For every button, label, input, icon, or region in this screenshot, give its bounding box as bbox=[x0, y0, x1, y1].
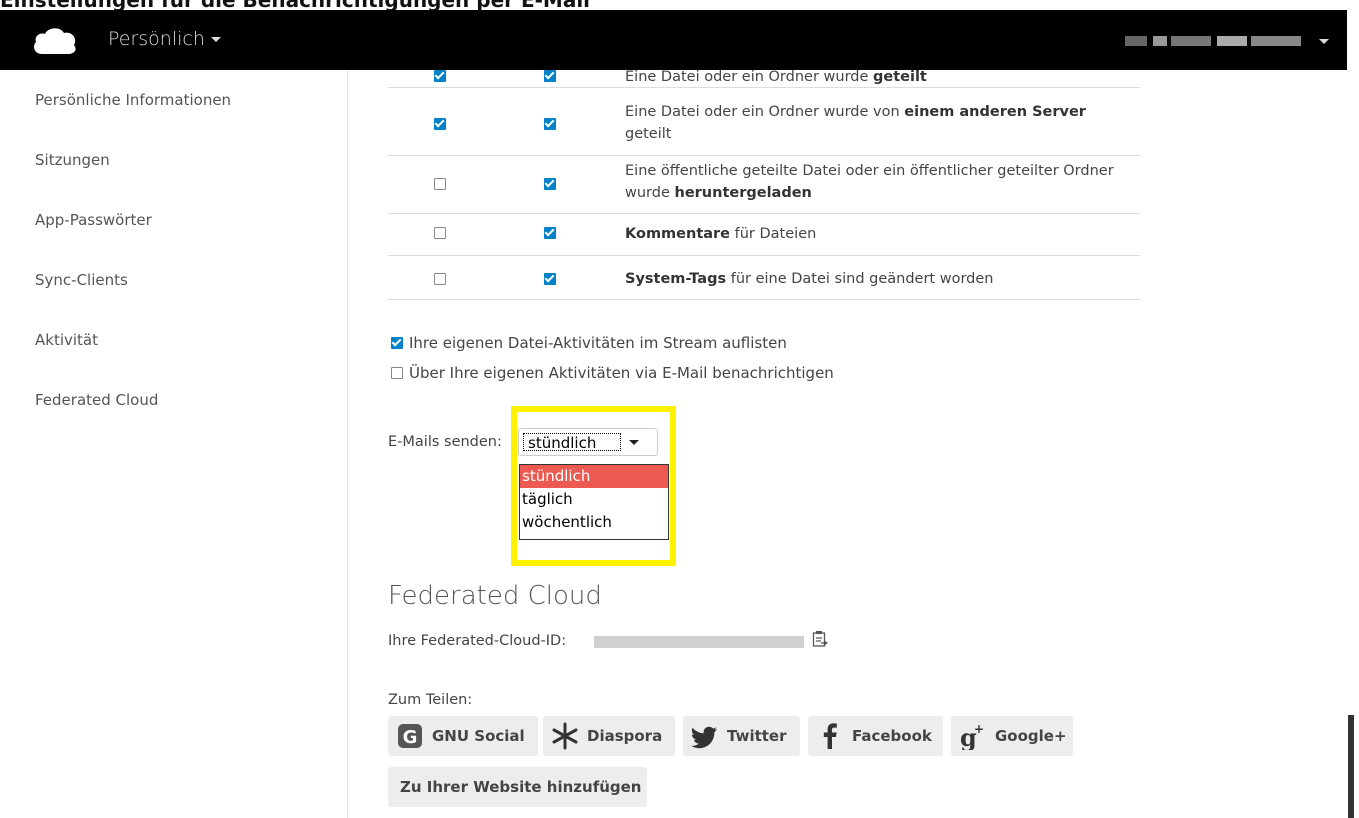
federated-cloud-title: Federated Cloud bbox=[388, 581, 602, 611]
blurred-username-part bbox=[1171, 36, 1211, 46]
mail-checkbox[interactable] bbox=[434, 70, 446, 82]
share-button-label: Diaspora bbox=[587, 727, 663, 745]
mail-checkbox[interactable] bbox=[434, 118, 446, 130]
stream-checkbox[interactable] bbox=[544, 70, 556, 82]
share-google-plus-button[interactable]: g + Google+ bbox=[951, 716, 1073, 756]
gnu-social-icon: G bbox=[398, 724, 422, 748]
option-own-activities-stream[interactable]: Ihre eigenen Datei-Aktivitäten im Stream… bbox=[391, 334, 787, 352]
share-button-label: GNU Social bbox=[432, 727, 525, 745]
share-label: Zum Teilen: bbox=[388, 692, 473, 708]
dropdown-option-daily[interactable]: täglich bbox=[520, 488, 668, 511]
settings-sidebar: Persönliche Informationen Sitzungen App-… bbox=[0, 70, 348, 818]
activity-description: Eine Datei oder ein Ordner wurde geteilt bbox=[625, 66, 1135, 88]
activity-description: System-Tags für eine Datei sind geändert… bbox=[625, 268, 1135, 290]
option-own-activities-email[interactable]: Über Ihre eigenen Aktivitäten via E-Mail… bbox=[391, 364, 834, 382]
email-frequency-label: E-Mails senden: bbox=[388, 434, 502, 450]
diaspora-icon bbox=[552, 722, 578, 750]
own-stream-checkbox[interactable] bbox=[391, 337, 403, 349]
share-gnu-social-button[interactable]: G GNU Social bbox=[388, 716, 538, 756]
scrollbar-thumb[interactable] bbox=[1348, 715, 1354, 818]
activity-description: Eine Datei oder ein Ordner wurde von ein… bbox=[625, 101, 1135, 145]
svg-text:+: + bbox=[974, 722, 984, 736]
clipboard-icon[interactable] bbox=[812, 630, 828, 648]
option-label: Über Ihre eigenen Aktivitäten via E-Mail… bbox=[409, 364, 834, 382]
table-row: Kommentare für Dateien bbox=[388, 213, 1140, 256]
top-cutoff-strip: Einstellungen für die Benachrichtigungen… bbox=[0, 0, 1359, 10]
twitter-icon bbox=[691, 726, 717, 749]
table-row: Eine Datei oder ein Ordner wurde von ein… bbox=[388, 87, 1140, 156]
blurred-username-part bbox=[1217, 36, 1247, 46]
option-label: Ihre eigenen Datei-Aktivitäten im Stream… bbox=[409, 334, 787, 352]
sidebar-item-personal-info[interactable]: Persönliche Informationen bbox=[35, 91, 231, 109]
table-row: System-Tags für eine Datei sind geändert… bbox=[388, 255, 1140, 300]
sidebar-item-activity[interactable]: Aktivität bbox=[35, 331, 98, 349]
activity-text: für Dateien bbox=[730, 226, 817, 242]
google-plus-icon: g + bbox=[960, 722, 984, 750]
email-frequency-select[interactable]: stündlich bbox=[518, 428, 658, 456]
table-row: Eine öffentliche geteilte Datei oder ein… bbox=[388, 155, 1140, 214]
dropdown-option-hourly[interactable]: stündlich bbox=[520, 465, 668, 488]
mail-checkbox[interactable] bbox=[434, 178, 446, 190]
sidebar-item-app-passwords[interactable]: App-Passwörter bbox=[35, 211, 152, 229]
page-scrollbar[interactable] bbox=[1347, 10, 1359, 818]
federated-id-label: Ihre Federated-Cloud-ID: bbox=[388, 633, 567, 649]
dropdown-option-weekly[interactable]: wöchentlich bbox=[520, 511, 668, 534]
mail-checkbox[interactable] bbox=[434, 273, 446, 285]
select-current-value: stündlich bbox=[523, 433, 621, 452]
share-facebook-button[interactable]: Facebook bbox=[808, 716, 943, 756]
header-bar: Persönlich bbox=[0, 10, 1347, 70]
federated-id-value bbox=[594, 636, 804, 648]
sidebar-item-sync-clients[interactable]: Sync-Clients bbox=[35, 271, 128, 289]
mail-checkbox[interactable] bbox=[434, 227, 446, 239]
chevron-down-icon bbox=[1319, 39, 1329, 44]
share-twitter-button[interactable]: Twitter bbox=[683, 716, 800, 756]
share-diaspora-button[interactable]: Diaspora bbox=[543, 716, 675, 756]
sidebar-item-sessions[interactable]: Sitzungen bbox=[35, 151, 110, 169]
activity-text-bold: heruntergeladen bbox=[674, 185, 812, 201]
app-menu-button[interactable]: Persönlich bbox=[108, 28, 221, 50]
email-frequency-dropdown: stündlich täglich wöchentlich bbox=[519, 464, 669, 540]
activity-text: geteilt bbox=[625, 126, 672, 142]
activity-text: Eine Datei oder ein Ordner wurde von bbox=[625, 104, 905, 120]
sidebar-item-federated-cloud[interactable]: Federated Cloud bbox=[35, 391, 158, 409]
activity-text-bold: geteilt bbox=[873, 69, 927, 85]
share-button-label: Facebook bbox=[852, 727, 932, 745]
user-menu[interactable] bbox=[1125, 36, 1329, 46]
stream-checkbox[interactable] bbox=[544, 273, 556, 285]
stream-checkbox[interactable] bbox=[544, 118, 556, 130]
blurred-username-part bbox=[1153, 36, 1167, 46]
stream-checkbox[interactable] bbox=[544, 227, 556, 239]
activity-text-bold: Kommentare bbox=[625, 226, 731, 242]
activity-text-bold: System-Tags bbox=[625, 271, 727, 287]
stream-checkbox[interactable] bbox=[544, 178, 556, 190]
main-content: Eine Datei oder ein Ordner wurde geteilt… bbox=[388, 69, 1348, 818]
activity-description: Eine öffentliche geteilte Datei oder ein… bbox=[625, 160, 1135, 204]
cloud-logo-icon[interactable] bbox=[30, 26, 78, 54]
chevron-down-icon bbox=[629, 440, 639, 445]
blurred-username bbox=[1125, 36, 1147, 46]
cutoff-title: Einstellungen für die Benachrichtigungen… bbox=[0, 0, 590, 10]
app-menu-label: Persönlich bbox=[108, 28, 205, 50]
share-button-label: Twitter bbox=[727, 727, 787, 745]
activity-text: Eine Datei oder ein Ordner wurde bbox=[625, 69, 874, 85]
own-email-checkbox[interactable] bbox=[391, 367, 403, 379]
table-row: Eine Datei oder ein Ordner wurde geteilt bbox=[388, 69, 1140, 88]
activity-text-bold: einem anderen Server bbox=[904, 104, 1086, 120]
facebook-icon bbox=[823, 723, 837, 749]
activity-description: Kommentare für Dateien bbox=[625, 223, 1135, 245]
activity-text: für eine Datei sind geändert worden bbox=[726, 271, 994, 287]
share-button-label: Google+ bbox=[995, 727, 1067, 745]
add-to-website-button[interactable]: Zu Ihrer Website hinzufügen bbox=[388, 767, 647, 807]
chevron-down-icon bbox=[210, 37, 221, 42]
svg-text:G: G bbox=[403, 727, 418, 748]
blurred-username-part bbox=[1251, 36, 1301, 46]
